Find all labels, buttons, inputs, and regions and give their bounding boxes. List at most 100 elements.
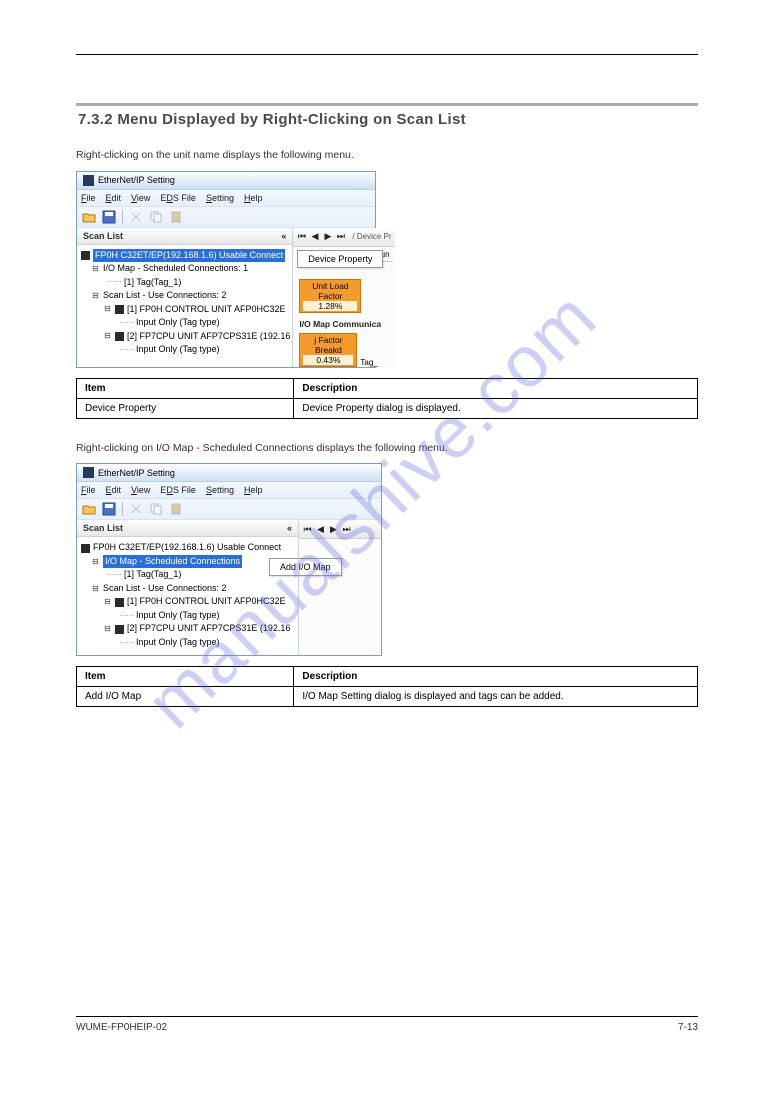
menu-edit[interactable]: Edit xyxy=(106,485,122,495)
tree-dots: ⋯⋯ xyxy=(119,610,133,622)
tree-dots: ⋯⋯ xyxy=(107,276,121,288)
minus-icon[interactable]: ⊟ xyxy=(91,583,100,595)
app-icon xyxy=(83,175,94,186)
tree-d2sub[interactable]: ⋯⋯Input Only (Tag type) xyxy=(81,636,296,650)
menu-eds[interactable]: EDS File xyxy=(160,485,196,495)
tree-tag[interactable]: ⋯⋯[1] Tag(Tag_1) xyxy=(81,276,290,290)
menubar: File Edit View EDS File Setting Help xyxy=(77,190,375,207)
left-pane: Scan List « FP0H C32ET/EP(192.168.1.6) U… xyxy=(77,228,293,367)
paste-icon[interactable] xyxy=(169,210,183,224)
tree-d1[interactable]: ⊟ [1] FP0H CONTROL UNIT AFP0HC32E xyxy=(81,595,296,609)
collapse-arrow-icon[interactable]: « xyxy=(287,523,292,533)
next-icon[interactable]: ▶ xyxy=(328,524,339,535)
next-icon[interactable]: ▶ xyxy=(322,231,333,242)
minus-icon[interactable]: ⊟ xyxy=(91,556,100,568)
paragraph-1: Right-clicking on the unit name displays… xyxy=(76,148,698,163)
menu-setting[interactable]: Setting xyxy=(206,485,234,495)
first-icon[interactable]: ⏮ xyxy=(296,231,307,242)
menu-file[interactable]: File xyxy=(81,193,96,203)
menu-setting[interactable]: Setting xyxy=(206,193,234,203)
cut-icon[interactable] xyxy=(129,210,143,224)
context-menu[interactable]: Add I/O Map xyxy=(269,558,342,576)
menu-file[interactable]: File xyxy=(81,485,96,495)
toolbar-divider xyxy=(122,210,123,224)
menu-help[interactable]: Help xyxy=(244,193,263,203)
tree-iomap[interactable]: ⊟I/O Map - Scheduled Connections xyxy=(81,555,296,569)
footer-right: 7-13 xyxy=(678,1022,698,1033)
save-icon[interactable] xyxy=(102,502,116,516)
tree-root[interactable]: FP0H C32ET/EP(192.168.1.6) Usable Connec… xyxy=(81,541,296,555)
load-factor-box: Unit Load Factor 1.28% xyxy=(299,279,361,313)
tree-d1sub[interactable]: ⋯⋯Input Only (Tag type) xyxy=(81,316,290,330)
paste-icon[interactable] xyxy=(169,502,183,516)
minus-icon[interactable]: ⊟ xyxy=(103,303,112,315)
tag-label: [1] Tag(Tag_1) xyxy=(124,568,181,582)
menu-view[interactable]: View xyxy=(131,485,150,495)
menu-help[interactable]: Help xyxy=(244,485,263,495)
scan-label: Scan List - Use Connections: 2 xyxy=(103,582,227,596)
load-factor-label: Unit Load Factor xyxy=(312,281,348,301)
tag-snippet: Tag_ xyxy=(360,358,377,367)
tree-iomap[interactable]: ⊟I/O Map - Scheduled Connections: 1 xyxy=(81,262,290,276)
footer-left: WUME-FP0HEIP-02 xyxy=(76,1022,167,1033)
minus-icon[interactable]: ⊟ xyxy=(91,290,100,302)
minus-icon[interactable]: ⊟ xyxy=(103,596,112,608)
menu-eds[interactable]: EDS File xyxy=(160,193,196,203)
app-window-1: EtherNet/IP Setting File Edit View EDS F… xyxy=(76,171,376,368)
first-icon[interactable]: ⏮ xyxy=(302,524,313,535)
collapse-arrow-icon[interactable]: « xyxy=(281,231,286,241)
app-icon xyxy=(83,467,94,478)
device-icon xyxy=(115,625,124,634)
d2sub-label: Input Only (Tag type) xyxy=(136,636,220,650)
minus-icon[interactable]: ⊟ xyxy=(91,263,100,275)
toolbar xyxy=(77,207,375,228)
menu-view[interactable]: View xyxy=(131,193,150,203)
scan-label: Scan List - Use Connections: 2 xyxy=(103,289,227,303)
th-desc: Description xyxy=(294,378,698,398)
window-title: EtherNet/IP Setting xyxy=(98,175,175,185)
tree-root[interactable]: FP0H C32ET/EP(192.168.1.6) Usable Connec… xyxy=(81,249,290,263)
copy-icon[interactable] xyxy=(149,210,163,224)
last-icon[interactable]: ⏭ xyxy=(341,524,352,535)
device-icon xyxy=(115,598,124,607)
tree-d2[interactable]: ⊟[2] FP7CPU UNIT AFP7CPS31E (192.16 xyxy=(81,622,296,636)
right-pane: ⏮ ◀ ▶ ⏭ / Device Pr Device Property mun … xyxy=(293,228,394,367)
top-rule xyxy=(76,54,698,55)
menu-edit[interactable]: Edit xyxy=(106,193,122,203)
d1sub-label: Input Only (Tag type) xyxy=(136,316,220,330)
th-desc: Description xyxy=(294,667,698,687)
tree-tag[interactable]: ⋯⋯[1] Tag(Tag_1) xyxy=(81,568,296,582)
prev-icon[interactable]: ◀ xyxy=(309,231,320,242)
tag-label: [1] Tag(Tag_1) xyxy=(124,276,181,290)
tree-d1[interactable]: ⊟[1] FP0H CONTROL UNIT AFP0HC32E xyxy=(81,303,290,317)
minus-icon[interactable]: ⊟ xyxy=(103,330,112,342)
open-icon[interactable] xyxy=(82,210,96,224)
tree-scan[interactable]: ⊟Scan List - Use Connections: 2 xyxy=(81,289,290,303)
d1sub-label: Input Only (Tag type) xyxy=(136,609,220,623)
d2-label: [2] FP7CPU UNIT AFP7CPS31E (192.16 xyxy=(127,330,290,344)
prev-icon[interactable]: ◀ xyxy=(315,524,326,535)
footer-rule xyxy=(76,1016,698,1017)
tab-label[interactable]: / Device Pr xyxy=(352,232,391,241)
td-desc: I/O Map Setting dialog is displayed and … xyxy=(294,687,698,707)
th-item: Item xyxy=(77,667,294,687)
tree-d2[interactable]: ⊟ [2] FP7CPU UNIT AFP7CPS31E (192.16 xyxy=(81,330,290,344)
root-label: FP0H C32ET/EP(192.168.1.6) Usable Connec… xyxy=(93,541,281,555)
open-icon[interactable] xyxy=(82,502,96,516)
cut-icon[interactable] xyxy=(129,502,143,516)
tree-d2sub[interactable]: ⋯⋯Input Only (Tag type) xyxy=(81,343,290,357)
last-icon[interactable]: ⏭ xyxy=(335,231,346,242)
copy-icon[interactable] xyxy=(149,502,163,516)
tree-scan[interactable]: ⊟Scan List - Use Connections: 2 xyxy=(81,582,296,596)
context-menu[interactable]: Device Property xyxy=(297,250,383,268)
section-rule xyxy=(76,103,698,106)
scan-list-header: Scan List « xyxy=(77,228,292,245)
device-icon xyxy=(115,332,124,341)
nav-bar: ⏮ ◀ ▶ ⏭ xyxy=(299,520,381,539)
tree-d1sub[interactable]: ⋯⋯Input Only (Tag type) xyxy=(81,609,296,623)
page-content: 7.3 Settings Using Configurator WD 7.3.2… xyxy=(76,0,698,707)
minus-icon[interactable]: ⊟ xyxy=(103,623,112,635)
d2sub-label: Input Only (Tag type) xyxy=(136,343,220,357)
save-icon[interactable] xyxy=(102,210,116,224)
d1-label: [1] FP0H CONTROL UNIT AFP0HC32E xyxy=(127,595,286,609)
